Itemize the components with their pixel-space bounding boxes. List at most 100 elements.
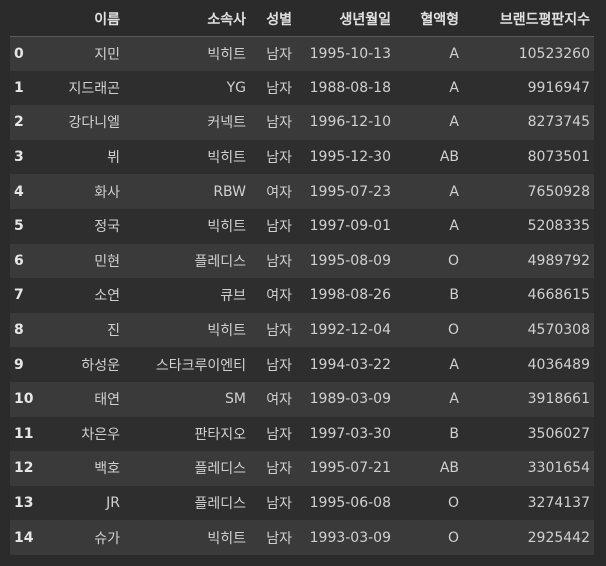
cell-agency: 플레디스 (194, 461, 246, 478)
cell-agency: 스타크루이엔티 (155, 357, 246, 374)
cell-agency: 커넥트 (207, 115, 246, 132)
row-index: 9 (14, 356, 24, 373)
cell-name: 정국 (94, 219, 120, 236)
cell-brand: 4036489 (527, 356, 590, 373)
table-row: 3 뷔 빅히트 남자 1995-12-30 AB 8073501 (10, 139, 594, 175)
table-row: 13 JR 플레디스 남자 1995-06-08 O 3274137 (10, 485, 594, 521)
cell-gender: 남자 (266, 253, 292, 270)
header-gender: 성별 (250, 2, 296, 37)
cell-blood: A (449, 356, 459, 373)
cell-name: 진 (107, 323, 120, 340)
row-index: 0 (14, 45, 24, 62)
cell-gender: 남자 (266, 150, 292, 167)
cell-brand: 5208335 (527, 218, 590, 235)
cell-brand: 8273745 (527, 114, 590, 131)
cell-name: 지드래곤 (68, 80, 120, 97)
cell-brand: 3274137 (527, 495, 590, 512)
table-row: 2 강다니엘 커넥트 남자 1996-12-10 A 8273745 (10, 105, 594, 140)
cell-brand: 2925442 (527, 529, 590, 546)
header-brand: 브랜드평판지수 (463, 2, 594, 37)
table-header: 이름 소속사 성별 생년월일 혈액형 브랜드평판지수 (10, 2, 594, 37)
header-row: 이름 소속사 성별 생년월일 혈액형 브랜드평판지수 (10, 2, 594, 37)
row-index: 13 (14, 495, 34, 512)
cell-gender: 여자 (266, 288, 292, 305)
cell-agency: 큐브 (220, 288, 246, 305)
cell-birth: 1994-03-22 (309, 356, 391, 373)
cell-birth: 1997-03-30 (309, 425, 391, 442)
row-index: 11 (14, 425, 34, 442)
cell-birth: 1992-12-04 (309, 322, 391, 339)
cell-agency: 빅히트 (207, 323, 246, 340)
table-body: 0 지민 빅히트 남자 1995-10-13 A 10523260 1 지드래곤 YG 남자 1988… (10, 36, 594, 555)
row-index: 7 (14, 287, 24, 304)
row-index: 1 (14, 79, 24, 96)
cell-name: 강다니엘 (68, 115, 120, 132)
cell-blood: A (449, 114, 459, 131)
cell-name: 하성운 (81, 357, 120, 374)
cell-name: 지민 (94, 46, 120, 63)
table-row: 14 슈가 빅히트 남자 1993-03-09 O 2925442 (10, 520, 594, 555)
cell-name: 슈가 (94, 530, 120, 547)
table-row: 5 정국 빅히트 남자 1997-09-01 A 5208335 (10, 208, 594, 244)
cell-gender: 남자 (266, 115, 292, 132)
cell-agency: 플레디스 (194, 496, 246, 513)
cell-brand: 3918661 (527, 391, 590, 408)
cell-name: 백호 (94, 461, 120, 478)
cell-brand: 4570308 (527, 322, 590, 339)
cell-gender: 남자 (266, 219, 292, 236)
cell-name: 차은우 (81, 426, 120, 443)
table-row: 0 지민 빅히트 남자 1995-10-13 A 10523260 (10, 36, 594, 71)
cell-brand: 8073501 (527, 149, 590, 166)
header-agency: 소속사 (124, 2, 250, 37)
cell-birth: 1989-03-09 (309, 391, 391, 408)
cell-blood: A (449, 45, 459, 62)
cell-name: 소연 (94, 288, 120, 305)
row-index: 14 (14, 529, 34, 546)
row-index: 6 (14, 252, 24, 269)
cell-brand: 3506027 (527, 425, 590, 442)
table-row: 12 백호 플레디스 남자 1995-07-21 AB 3301654 (10, 451, 594, 486)
cell-blood: B (449, 425, 459, 442)
cell-agency: 플레디스 (194, 253, 246, 270)
header-birth: 생년월일 (296, 2, 395, 37)
cell-blood: O (447, 529, 459, 546)
cell-birth: 1988-08-18 (309, 79, 391, 96)
cell-agency: YG (226, 79, 246, 96)
cell-blood: AB (439, 149, 459, 166)
cell-gender: 여자 (266, 184, 292, 201)
cell-birth: 1996-12-10 (309, 114, 391, 131)
table-row: 6 민현 플레디스 남자 1995-08-09 O 4989792 (10, 243, 594, 279)
cell-blood: O (447, 322, 459, 339)
cell-blood: A (449, 183, 459, 200)
row-index: 3 (14, 149, 24, 166)
cell-name: 뷔 (107, 150, 120, 167)
row-index: 12 (14, 460, 34, 477)
table-row: 4 화사 RBW 여자 1995-07-23 A 7650928 (10, 174, 594, 209)
header-name: 이름 (46, 2, 124, 37)
table-row: 7 소연 큐브 여자 1998-08-26 B 4668615 (10, 278, 594, 313)
cell-birth: 1995-07-21 (309, 460, 391, 477)
row-index: 5 (14, 218, 24, 235)
cell-birth: 1995-10-13 (309, 45, 391, 62)
cell-blood: O (447, 495, 459, 512)
cell-agency: 빅히트 (207, 46, 246, 63)
cell-blood: A (449, 391, 459, 408)
cell-blood: A (449, 218, 459, 235)
row-index: 4 (14, 183, 24, 200)
cell-gender: 남자 (266, 80, 292, 97)
cell-birth: 1998-08-26 (309, 287, 391, 304)
cell-blood: A (449, 79, 459, 96)
cell-agency: 빅히트 (207, 530, 246, 547)
cell-name: 화사 (94, 184, 120, 201)
cell-name: 민현 (94, 253, 120, 270)
cell-birth: 1997-09-01 (309, 218, 391, 235)
cell-gender: 남자 (266, 530, 292, 547)
cell-birth: 1995-12-30 (309, 149, 391, 166)
row-index: 10 (14, 391, 34, 408)
cell-gender: 남자 (266, 426, 292, 443)
table-row: 9 하성운 스타크루이엔티 남자 1994-03-22 A 4036489 (10, 347, 594, 382)
cell-name: 태연 (94, 392, 120, 409)
cell-gender: 남자 (266, 496, 292, 513)
dataframe-table: 이름 소속사 성별 생년월일 혈액형 브랜드평판지수 0 지민 빅히트 남자 1995-… (10, 2, 594, 555)
table-row: 1 지드래곤 YG 남자 1988-08-18 A 9916947 (10, 70, 594, 106)
